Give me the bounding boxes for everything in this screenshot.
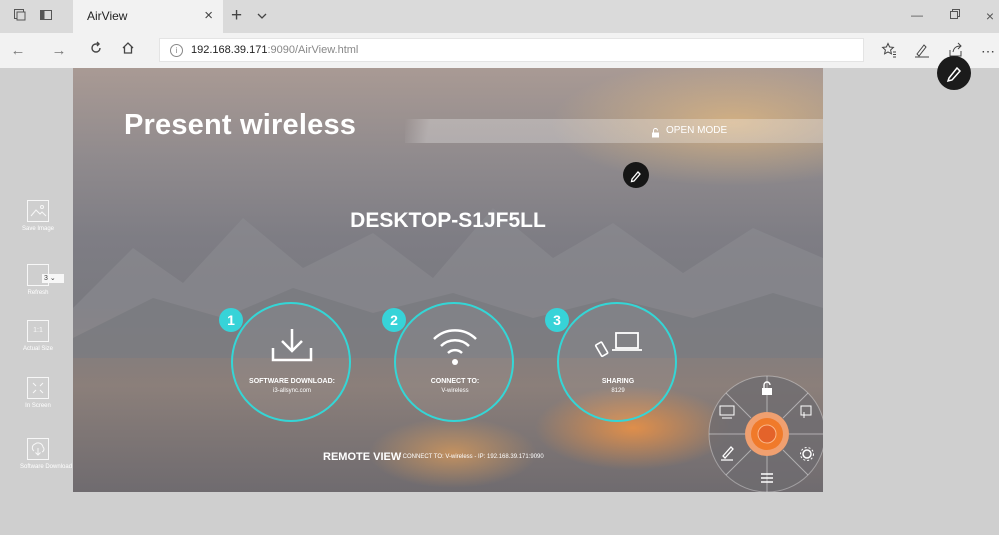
sharing-icon	[594, 332, 642, 357]
wifi-icon	[433, 329, 477, 365]
back-arrow-icon[interactable]: ←	[8, 41, 28, 61]
radial-center-button[interactable]	[745, 412, 789, 456]
new-tab-button[interactable]: +	[231, 5, 242, 27]
download-icon	[27, 438, 49, 460]
in-screen-icon	[27, 377, 49, 399]
step-label: SHARING	[601, 378, 635, 385]
more-icon[interactable]: ⋯	[979, 42, 997, 60]
radial-menu[interactable]	[707, 374, 823, 492]
sidebar-label: Software Download	[20, 464, 73, 470]
sidebar-item-software-download[interactable]: Software Download	[20, 438, 73, 470]
step-number: 2	[382, 308, 406, 332]
unlock-icon	[651, 125, 661, 138]
sidebar-label: Save Image	[21, 226, 55, 232]
actual-size-icon: 1:1	[27, 320, 49, 342]
chevron-down-icon[interactable]	[256, 9, 268, 21]
restore-button[interactable]	[945, 8, 965, 22]
sidebar-item-actual-size[interactable]: 1:1 Actual Size	[20, 320, 56, 352]
step-label: CONNECT TO:	[430, 378, 480, 385]
sidebar-label: In Screen	[25, 403, 51, 409]
close-window-button[interactable]: ×	[980, 8, 999, 24]
sidebar-label: Refresh	[27, 290, 49, 296]
remote-view-title: REMOTE VIEW	[323, 451, 402, 463]
favorites-icon[interactable]	[880, 42, 898, 60]
step-value: 8129	[611, 388, 625, 394]
device-name: DESKTOP-S1JF5LL	[350, 209, 546, 232]
step-connect[interactable]: CONNECT TO: V-wireless	[394, 302, 514, 422]
refresh-count-badge: 3 ⌄	[42, 274, 64, 283]
open-mode-label[interactable]: OPEN MODE	[666, 125, 727, 136]
step-value: i3-allsync.com	[272, 388, 311, 394]
forward-arrow-icon[interactable]: →	[49, 41, 69, 61]
step-number: 3	[545, 308, 569, 332]
browser-tab[interactable]: AirView ×	[73, 0, 223, 33]
step-number: 1	[219, 308, 243, 332]
sidebar-item-refresh[interactable]: 3 ⌄ Refresh	[20, 264, 64, 296]
step-software-download[interactable]: SOFTWARE DOWNLOAD: i3-allsync.com	[231, 302, 351, 422]
remote-view-detail: - CONNECT TO: V-wireless - IP: 192.168.3…	[399, 454, 544, 460]
url-host: 192.168.39.171	[191, 44, 268, 56]
tab-actions-icon[interactable]	[12, 8, 28, 24]
step-sharing[interactable]: SHARING 8129	[557, 302, 677, 422]
download-icon	[271, 329, 313, 362]
open-mode-bar[interactable]	[405, 119, 823, 143]
home-icon[interactable]	[118, 41, 138, 61]
sidebar-item-save-image[interactable]: Save Image	[20, 200, 56, 232]
step-value: V-wireless	[441, 388, 469, 394]
url-text: 192.168.39.171:9090/AirView.html	[191, 44, 358, 56]
set-aside-tabs-icon[interactable]	[38, 8, 54, 24]
url-path: :9090/AirView.html	[267, 44, 359, 56]
edit-device-name-button[interactable]	[623, 162, 649, 188]
refresh-icon[interactable]	[86, 41, 106, 61]
image-icon	[27, 200, 49, 222]
info-icon[interactable]: i	[170, 44, 183, 57]
url-field[interactable]: i 192.168.39.171:9090/AirView.html	[159, 38, 864, 62]
tab-close-button[interactable]: ×	[204, 7, 213, 24]
sidebar-label: Actual Size	[22, 346, 53, 352]
notes-pen-icon[interactable]	[913, 42, 931, 60]
sidebar-item-in-screen[interactable]: In Screen	[20, 377, 56, 409]
minimize-button[interactable]: —	[907, 8, 927, 22]
refresh-icon: 3 ⌄	[27, 264, 64, 286]
address-bar: ← → i 192.168.39.171:9090/AirView.html ⋯	[0, 33, 999, 68]
presentation-canvas: Present wireless OPEN MODE DESKTOP-S1JF5…	[73, 68, 823, 492]
page-title: Present wireless	[124, 109, 357, 141]
title-bar: AirView × + — ×	[0, 0, 999, 33]
tab-title: AirView	[87, 9, 128, 23]
step-label: SOFTWARE DOWNLOAD:	[249, 378, 335, 385]
floating-pen-button[interactable]	[937, 56, 971, 90]
